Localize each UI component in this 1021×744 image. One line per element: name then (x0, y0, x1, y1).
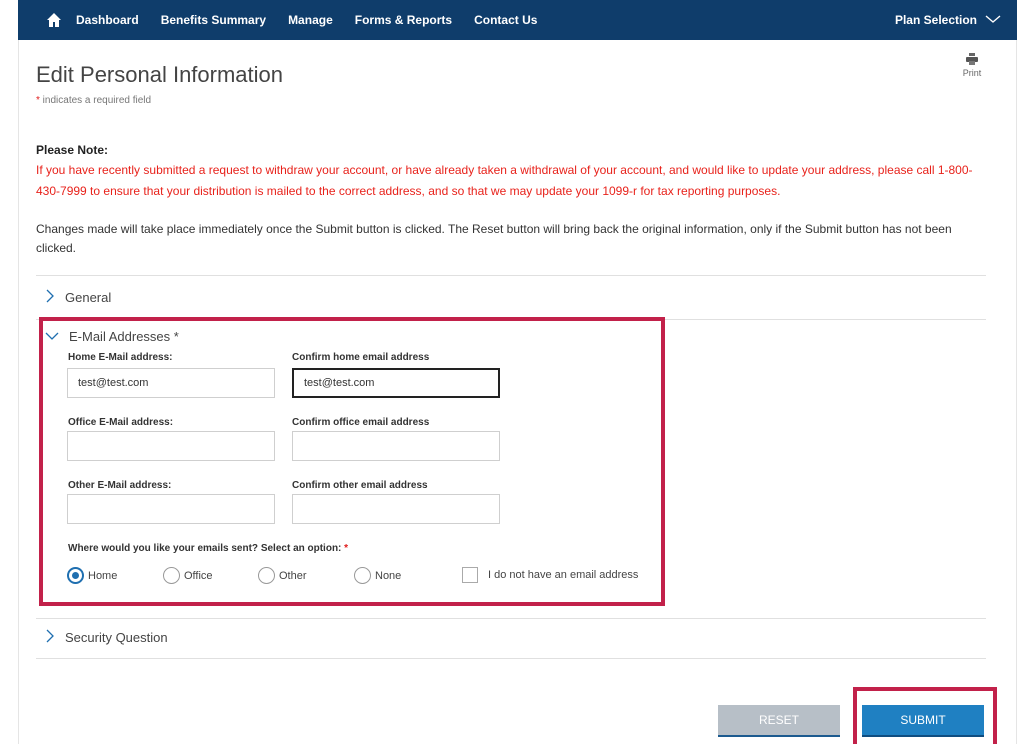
accordion-general-label: General (65, 290, 112, 305)
left-border (18, 40, 19, 744)
radio-none[interactable]: None (354, 567, 401, 584)
divider (36, 275, 986, 276)
nav-dashboard[interactable]: Dashboard (76, 13, 139, 27)
nav-contact-us[interactable]: Contact Us (474, 13, 537, 27)
accordion-security-question[interactable]: Security Question (45, 629, 168, 646)
confirm-other-email-input[interactable] (292, 494, 500, 524)
printer-icon (956, 52, 988, 68)
radio-none-label: None (375, 569, 402, 582)
notice-heading: Please Note: (36, 143, 109, 157)
radio-unselected-icon (354, 567, 371, 584)
print-label: Print (962, 68, 982, 78)
no-email-checkbox[interactable] (462, 567, 478, 583)
question-text: Where would you like your emails sent? S… (68, 543, 342, 554)
nav-forms-reports[interactable]: Forms & Reports (355, 13, 452, 27)
page-title: Edit Personal Information (36, 62, 284, 87)
home-email-input[interactable] (67, 368, 275, 398)
print-button[interactable]: Print (956, 52, 988, 78)
no-email-label: I do not have an email address (488, 569, 639, 581)
radio-office[interactable]: Office (163, 567, 213, 584)
radio-unselected-icon (163, 567, 180, 584)
chevron-down-icon (45, 329, 59, 344)
reset-button[interactable]: RESET (718, 705, 840, 737)
radio-selected-icon (67, 567, 84, 584)
confirm-other-email-label: Confirm other email address (292, 480, 428, 491)
accordion-email-label: E-Mail Addresses * (69, 329, 179, 344)
plan-selection-dropdown[interactable]: Plan Selection (895, 13, 1001, 27)
nav-benefits-summary[interactable]: Benefits Summary (161, 13, 266, 27)
radio-home[interactable]: Home (67, 567, 117, 584)
divider (36, 618, 986, 619)
radio-office-label: Office (184, 569, 213, 582)
notice-red-text: If you have recently submitted a request… (36, 163, 973, 198)
accordion-email-addresses[interactable]: E-Mail Addresses * (45, 329, 179, 344)
office-email-input[interactable] (67, 431, 275, 461)
radio-home-label: Home (88, 569, 118, 582)
plan-selection-label: Plan Selection (894, 13, 977, 27)
top-navigation-bar: Dashboard Benefits Summary Manage Forms … (18, 0, 1017, 40)
divider (36, 658, 986, 659)
nav-manage[interactable]: Manage (288, 13, 333, 27)
home-icon[interactable] (44, 10, 64, 30)
confirm-office-email-input[interactable] (292, 431, 500, 461)
email-destination-question: Where would you like your emails sent? S… (68, 543, 348, 554)
radio-other[interactable]: Other (258, 567, 307, 584)
office-email-label: Office E-Mail address: (68, 417, 174, 428)
submit-button[interactable]: SUBMIT (862, 705, 984, 737)
right-border (1016, 40, 1017, 744)
confirm-home-email-input[interactable] (292, 368, 500, 398)
radio-unselected-icon (258, 567, 275, 584)
home-email-label: Home E-Mail address: (68, 352, 173, 363)
chevron-right-icon (45, 289, 55, 306)
required-star: * (344, 543, 349, 554)
required-note-text: indicates a required field (39, 95, 152, 106)
required-field-note: * indicates a required field (36, 95, 151, 106)
accordion-security-label: Security Question (65, 630, 168, 645)
chevron-down-icon (985, 13, 1001, 27)
chevron-right-icon (45, 629, 55, 646)
confirm-office-email-label: Confirm office email address (292, 417, 430, 428)
accordion-general[interactable]: General (45, 289, 111, 306)
changes-info-text: Changes made will take place immediately… (36, 222, 952, 255)
other-email-input[interactable] (67, 494, 275, 524)
radio-other-label: Other (279, 569, 307, 582)
other-email-label: Other E-Mail address: (68, 480, 172, 491)
confirm-home-email-label: Confirm home email address (292, 352, 430, 363)
